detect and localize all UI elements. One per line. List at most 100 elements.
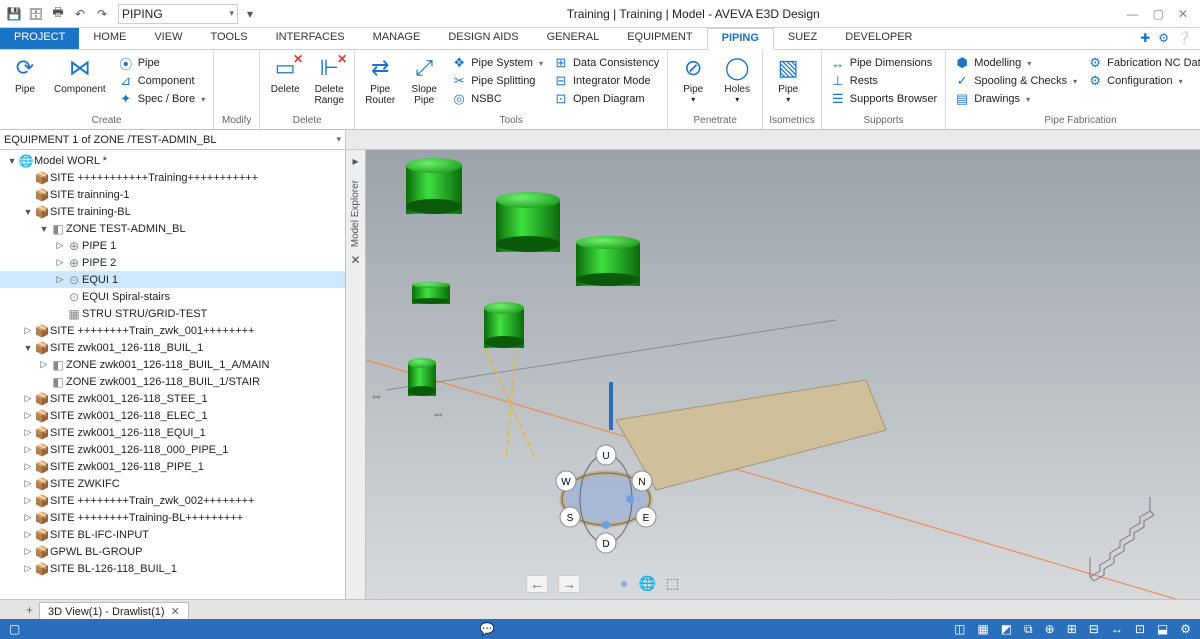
view-tab-active[interactable]: 3D View(1) - Drawlist(1) ✕: [39, 602, 189, 619]
tree-node[interactable]: ▷📦SITE ++++++++Train_zwk_002++++++++: [0, 492, 345, 509]
status-tool-1[interactable]: ◫: [951, 622, 968, 636]
tree-twist-icon[interactable]: ▷: [22, 325, 34, 336]
nav-back-button[interactable]: ←: [526, 575, 548, 593]
component-button[interactable]: ⋈ Component: [50, 52, 110, 95]
configuration-item[interactable]: ⚙Configuration▾: [1085, 72, 1200, 90]
tab-tools[interactable]: TOOLS: [196, 28, 261, 49]
save-all-icon[interactable]: 🗄: [26, 4, 46, 24]
tree-node[interactable]: ⊙EQUI Spiral-stairs: [0, 288, 345, 305]
tab-design aids[interactable]: DESIGN AIDS: [434, 28, 532, 49]
help-info-icon[interactable]: ❔: [1177, 31, 1192, 46]
tree-node[interactable]: ▼📦SITE training-BL: [0, 203, 345, 220]
create-pipe-item[interactable]: ⦿Pipe: [116, 54, 208, 72]
cylinder-geometry[interactable]: [576, 236, 640, 286]
cylinder-geometry[interactable]: [408, 358, 436, 396]
pipe-button[interactable]: ⟳ Pipe: [6, 52, 44, 95]
tree-node[interactable]: ▷📦SITE zwk001_126-118_PIPE_1: [0, 458, 345, 475]
tree-node[interactable]: ▷📦SITE BL-IFC-INPUT: [0, 526, 345, 543]
3d-viewport[interactable]: ⇔ ⇔ U D N S E W ← → ● 🌐 ⬚: [366, 150, 1200, 599]
spooling-item[interactable]: ✓Spooling & Checks▾: [952, 72, 1079, 90]
delete-button[interactable]: ▭ Delete: [266, 52, 304, 95]
tree-twist-icon[interactable]: ▷: [22, 529, 34, 540]
tree-node[interactable]: ▷📦SITE zwk001_126-118_ELEC_1: [0, 407, 345, 424]
tree-node[interactable]: ▷📦SITE ++++++++Train_zwk_001++++++++: [0, 322, 345, 339]
tree-twist-icon[interactable]: ▷: [22, 427, 34, 438]
qat-dropdown-icon[interactable]: ▾: [240, 4, 260, 24]
iso-pipe-button[interactable]: ▧Pipe▾: [769, 52, 807, 104]
pipe-system-item[interactable]: ❖Pipe System▾: [449, 54, 545, 72]
undo-icon[interactable]: ↶: [70, 4, 90, 24]
tab-equipment[interactable]: EQUIPMENT: [613, 28, 706, 49]
tree-twist-icon[interactable]: ▷: [22, 563, 34, 574]
tab-home[interactable]: HOME: [79, 28, 140, 49]
tree-node[interactable]: ◧ZONE zwk001_126-118_BUIL_1/STAIR: [0, 373, 345, 390]
status-tool-8[interactable]: ↔: [1108, 622, 1126, 636]
status-gear-icon[interactable]: ⚙: [1177, 622, 1194, 636]
spec-bore-item[interactable]: ✦Spec / Bore▾: [116, 90, 208, 108]
nav-dot-icon[interactable]: ●: [620, 575, 628, 593]
tree-twist-icon[interactable]: ▷: [22, 512, 34, 523]
tab-project[interactable]: PROJECT: [0, 28, 79, 49]
tree-twist-icon[interactable]: ▷: [22, 461, 34, 472]
view-cube[interactable]: U D N S E W: [546, 437, 666, 557]
print-icon[interactable]: 🖶: [48, 4, 68, 24]
nav-globe-icon[interactable]: 🌐: [638, 575, 655, 593]
tab-general[interactable]: GENERAL: [533, 28, 614, 49]
maximize-button[interactable]: ▢: [1153, 7, 1164, 21]
status-tool-6[interactable]: ⊞: [1064, 622, 1080, 636]
tree-node[interactable]: ▦STRU STRU/GRID-TEST: [0, 305, 345, 322]
tree-twist-icon[interactable]: ▷: [38, 359, 50, 370]
status-tool-7[interactable]: ⊟: [1086, 622, 1102, 636]
tree-node[interactable]: ▷📦SITE BL-126-118_BUIL_1: [0, 560, 345, 577]
fab-nc-item[interactable]: ⚙Fabrication NC Data: [1085, 54, 1200, 72]
cylinder-geometry[interactable]: [484, 302, 524, 348]
cylinder-geometry[interactable]: [412, 282, 450, 304]
tab-interfaces[interactable]: INTERFACES: [262, 28, 359, 49]
integrator-item[interactable]: ⊟Integrator Mode: [551, 72, 661, 90]
tree-twist-icon[interactable]: ▷: [22, 478, 34, 489]
slope-pipe-button[interactable]: ⤢Slope Pipe: [405, 52, 443, 106]
tree-node[interactable]: ▷◧ZONE zwk001_126-118_BUIL_1_A/MAIN: [0, 356, 345, 373]
save-icon[interactable]: 💾: [4, 4, 24, 24]
tree-twist-icon[interactable]: ▷: [54, 274, 66, 285]
pipe-dimensions-item[interactable]: ↔Pipe Dimensions: [828, 54, 939, 72]
create-component-item[interactable]: ⊿Component: [116, 72, 208, 90]
status-flag-icon[interactable]: ▢: [6, 622, 23, 636]
status-tool-3[interactable]: ◩: [998, 622, 1015, 636]
tree-twist-icon[interactable]: ▷: [22, 410, 34, 421]
tree-twist-icon[interactable]: ▷: [22, 546, 34, 557]
tree-node[interactable]: ▷📦SITE zwk001_126-118_000_PIPE_1: [0, 441, 345, 458]
status-tool-9[interactable]: ⊡: [1132, 622, 1148, 636]
tree-node[interactable]: 📦SITE +++++++++++Training+++++++++++: [0, 169, 345, 186]
supports-browser-item[interactable]: ☰Supports Browser: [828, 90, 939, 108]
tab-piping[interactable]: PIPING: [707, 28, 774, 50]
status-tool-5[interactable]: ⊕: [1042, 622, 1058, 636]
close-button[interactable]: ✕: [1178, 7, 1188, 21]
cylinder-geometry[interactable]: [406, 158, 462, 214]
holes-button[interactable]: ◯Holes▾: [718, 52, 756, 104]
tree-node[interactable]: ▷📦SITE zwk001_126-118_EQUI_1: [0, 424, 345, 441]
help-settings-icon[interactable]: ⚙: [1158, 31, 1169, 46]
modelling-item[interactable]: ⬢Modelling▾: [952, 54, 1079, 72]
pipe-splitting-item[interactable]: ✂Pipe Splitting: [449, 72, 545, 90]
status-tool-4[interactable]: ⧉: [1021, 622, 1036, 637]
tree-node[interactable]: ▷⊕PIPE 1: [0, 237, 345, 254]
nav-cube-icon[interactable]: ⬚: [666, 575, 679, 593]
tree-node[interactable]: ▼📦SITE zwk001_126-118_BUIL_1: [0, 339, 345, 356]
pipe-router-button[interactable]: ⇄Pipe Router: [361, 52, 399, 106]
tree-twist-icon[interactable]: ▷: [22, 393, 34, 404]
tree-twist-icon[interactable]: ▼: [38, 224, 50, 234]
tab-suez[interactable]: SUEZ: [774, 28, 831, 49]
drawings-item[interactable]: ▤Drawings▾: [952, 90, 1079, 108]
cylinder-geometry[interactable]: [496, 192, 560, 252]
tree-node[interactable]: ▷📦GPWL BL-GROUP: [0, 543, 345, 560]
minimize-button[interactable]: —: [1127, 7, 1139, 21]
discipline-combo[interactable]: PIPING ▾: [118, 4, 238, 24]
close-tab-icon[interactable]: ✕: [171, 605, 180, 618]
delete-range-button[interactable]: ⊩ Delete Range: [310, 52, 348, 106]
explorer-pin-icon[interactable]: ▸: [352, 154, 358, 168]
rests-item[interactable]: ⊥Rests: [828, 72, 939, 90]
tree-node[interactable]: ▼🌐Model WORL *: [0, 152, 345, 169]
tree-node[interactable]: ▼◧ZONE TEST-ADMIN_BL: [0, 220, 345, 237]
nsbc-item[interactable]: ◎NSBC: [449, 90, 545, 108]
